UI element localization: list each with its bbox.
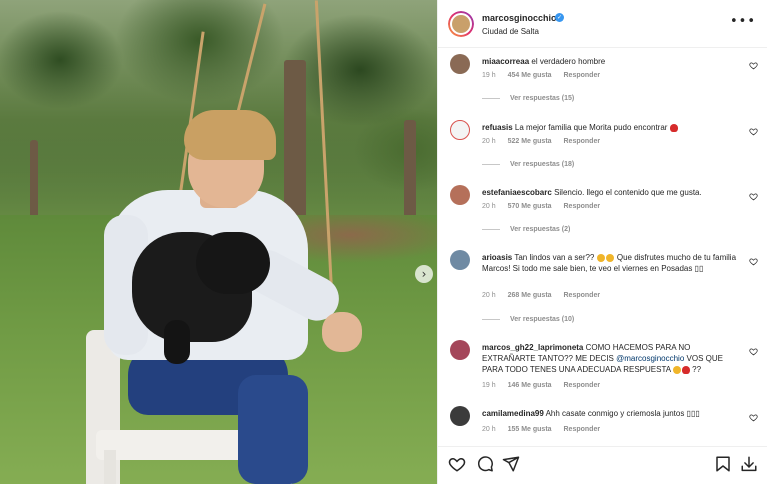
view-replies-label: Ver respuestas (18) (510, 161, 575, 168)
comment-meta: 20 h 522 Me gusta Responder (482, 138, 610, 145)
comment-likes[interactable]: 155 Me gusta (508, 426, 552, 433)
like-heart-icon[interactable] (448, 455, 466, 473)
comment-body: Tan lindos van a ser?? (514, 253, 595, 262)
commenter-username[interactable]: arioasis (482, 253, 512, 262)
person-hair (184, 110, 276, 160)
view-replies-button[interactable]: Ver respuestas (10) (482, 316, 574, 323)
comment-body: Silencio. llego el contenido que me gust… (554, 188, 702, 197)
replies-line (482, 163, 500, 165)
comments-list: miaacorreaa el verdadero hombre 19 h 454… (438, 48, 767, 446)
dog-head (196, 232, 270, 294)
view-replies-label: Ver respuestas (15) (510, 95, 575, 102)
reply-button[interactable]: Responder (564, 382, 601, 389)
reply-button[interactable]: Responder (564, 426, 601, 433)
comment-meta: 19 h 146 Me gusta Responder (482, 382, 610, 389)
author-username[interactable]: marcosginocchio (482, 13, 557, 23)
comment-meta: 20 h 155 Me gusta Responder (482, 426, 610, 433)
person-leg (238, 375, 308, 484)
commenter-avatar[interactable] (450, 340, 470, 360)
commenter-avatar[interactable] (450, 250, 470, 270)
replies-line (482, 228, 500, 230)
heart-emoji-icon (681, 365, 690, 374)
comment-likes[interactable]: 146 Me gusta (508, 382, 552, 389)
replies-line (482, 318, 500, 320)
comment-text: estefaniaescobarc Silencio. llego el con… (482, 187, 744, 198)
commenter-username[interactable]: estefaniaescobarc (482, 188, 552, 197)
post-location[interactable]: Ciudad de Salta (482, 27, 539, 36)
mention-link[interactable]: @marcosginocchio (616, 354, 684, 363)
comment-time: 20 h (482, 292, 496, 299)
carousel-next-button[interactable]: › (415, 265, 433, 283)
smiling-emoji-icon (605, 253, 614, 262)
commenter-username[interactable]: refuasis (482, 123, 513, 132)
like-comment-heart-icon[interactable] (749, 257, 758, 266)
comment-likes[interactable]: 268 Me gusta (508, 292, 552, 299)
comment-likes[interactable]: 522 Me gusta (508, 138, 552, 145)
comment-text: camilamedina99 Ahh casate conmigo y crie… (482, 408, 744, 419)
comment-time: 19 h (482, 72, 496, 79)
commenter-avatar[interactable] (450, 406, 470, 426)
comment-text: refuasis La mejor familia que Morita pud… (482, 122, 744, 133)
comment-time: 19 h (482, 382, 496, 389)
post-actions-bar (438, 446, 767, 484)
comment-body: La mejor familia que Morita pudo encontr… (514, 123, 668, 132)
reply-button[interactable]: Responder (564, 72, 601, 79)
view-replies-label: Ver respuestas (10) (510, 316, 575, 323)
comment-meta: 20 h 268 Me gusta Responder (482, 292, 610, 299)
like-comment-heart-icon[interactable] (749, 192, 758, 201)
verified-badge-icon: ✓ (555, 13, 564, 22)
download-icon[interactable] (740, 455, 758, 473)
like-comment-heart-icon[interactable] (749, 413, 758, 422)
commenter-username[interactable]: camilamedina99 (482, 409, 544, 418)
like-comment-heart-icon[interactable] (749, 61, 758, 70)
avatar-image (450, 13, 472, 35)
like-comment-heart-icon[interactable] (749, 347, 758, 356)
replies-line (482, 97, 500, 99)
comment-meta: 19 h 454 Me gusta Responder (482, 72, 610, 79)
red-heart-emoji-icon (669, 123, 678, 132)
view-replies-label: Ver respuestas (2) (510, 226, 571, 233)
dog-leg (164, 320, 190, 364)
view-replies-button[interactable]: Ver respuestas (18) (482, 161, 574, 168)
like-comment-heart-icon[interactable] (749, 127, 758, 136)
commenter-avatar[interactable] (450, 185, 470, 205)
comment-time: 20 h (482, 203, 496, 210)
comment-body-end: ?? (692, 365, 702, 374)
commenter-username[interactable]: marcos_gh22_laprimoneta (482, 343, 583, 352)
comment-text: marcos_gh22_laprimoneta COMO HACEMOS PAR… (482, 342, 744, 375)
comment-likes[interactable]: 454 Me gusta (508, 72, 552, 79)
commenter-avatar[interactable] (450, 54, 470, 74)
comment-body: el verdadero hombre (531, 57, 606, 66)
post-side-panel: marcosginocchio ✓ Ciudad de Salta ••• mi… (437, 0, 767, 484)
comment-likes[interactable]: 570 Me gusta (508, 203, 552, 210)
comment-body: Ahh casate conmigo y criemosla juntos ▯▯… (545, 409, 700, 418)
person-hand (322, 312, 362, 352)
share-icon[interactable] (502, 455, 520, 473)
comment-time: 20 h (482, 138, 496, 145)
more-options-button[interactable]: ••• (730, 14, 756, 29)
reply-button[interactable]: Responder (564, 203, 601, 210)
comment-meta: 20 h 570 Me gusta Responder (482, 203, 610, 210)
view-replies-button[interactable]: Ver respuestas (15) (482, 95, 574, 102)
bookmark-icon[interactable] (714, 455, 732, 473)
comment-text: arioasis Tan lindos van a ser?? Que disf… (482, 252, 744, 274)
comment-time: 20 h (482, 426, 496, 433)
tree-trunk (30, 140, 38, 220)
post-header: marcosginocchio ✓ Ciudad de Salta ••• (438, 0, 767, 48)
post-photo[interactable]: › (0, 0, 437, 484)
reply-button[interactable]: Responder (564, 292, 601, 299)
view-replies-button[interactable]: Ver respuestas (2) (482, 226, 570, 233)
praying-emoji-icon (672, 365, 681, 374)
reply-button[interactable]: Responder (564, 138, 601, 145)
chair-leg (104, 450, 116, 484)
author-avatar[interactable] (448, 11, 474, 37)
commenter-avatar[interactable] (450, 120, 470, 140)
smiling-emoji-icon (596, 253, 605, 262)
comment-text: miaacorreaa el verdadero hombre (482, 56, 744, 67)
comment-icon[interactable] (476, 455, 494, 473)
commenter-username[interactable]: miaacorreaa (482, 57, 529, 66)
tree-trunk (404, 120, 416, 230)
